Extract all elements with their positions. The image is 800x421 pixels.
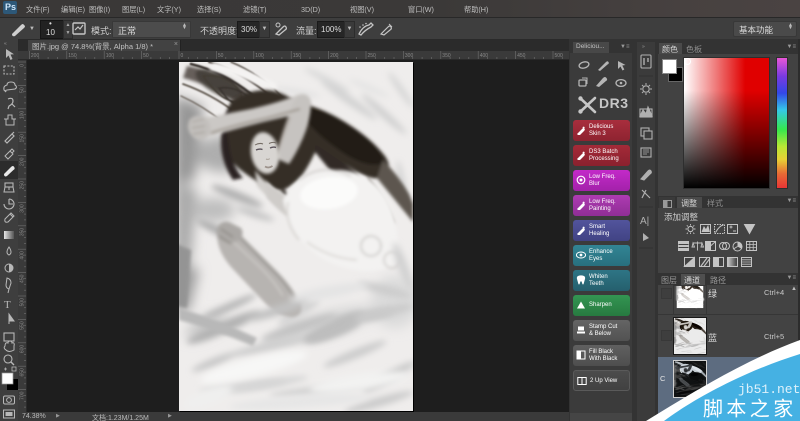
svg-text:T: T (4, 299, 11, 311)
svg-text:50: 50 (20, 87, 26, 93)
svg-text:350: 350 (442, 53, 451, 59)
svg-text:200: 200 (330, 53, 339, 59)
svg-text:50: 50 (143, 53, 149, 59)
svg-text:200: 200 (31, 53, 40, 59)
svg-text:50: 50 (218, 53, 224, 59)
svg-text:150: 150 (293, 53, 302, 59)
svg-text:jb51.net: jb51.net (738, 382, 800, 397)
svg-text:脚本之家: 脚本之家 (703, 398, 797, 421)
svg-text:400: 400 (480, 53, 489, 59)
svg-text:0: 0 (20, 64, 26, 67)
svg-text:450: 450 (517, 53, 526, 59)
svg-text:250: 250 (368, 53, 377, 59)
svg-text:0: 0 (181, 53, 184, 59)
svg-text:A|: A| (640, 216, 649, 227)
svg-text:300: 300 (405, 53, 414, 59)
svg-text:100: 100 (106, 53, 115, 59)
svg-text:150: 150 (68, 53, 77, 59)
svg-text:500: 500 (555, 53, 564, 59)
svg-text:100: 100 (255, 53, 264, 59)
